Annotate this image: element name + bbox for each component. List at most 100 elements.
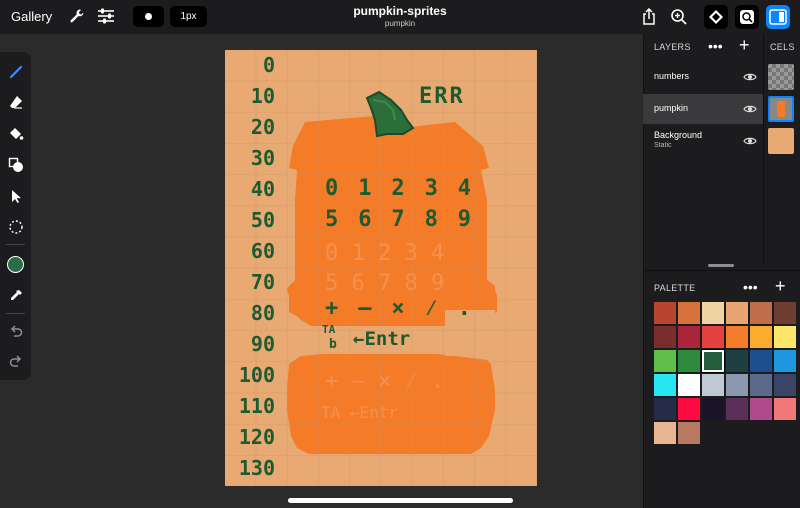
fill-bucket-icon[interactable] [4, 122, 27, 145]
cel-thumbnail-pumpkin[interactable] [768, 96, 794, 122]
gallery-button[interactable]: Gallery [11, 9, 52, 24]
palette-swatch[interactable] [702, 302, 724, 324]
palette-swatch[interactable] [726, 302, 748, 324]
tab-glyph-bottom: b [329, 337, 337, 352]
current-color-swatch[interactable] [4, 253, 27, 276]
sliders-icon[interactable] [95, 5, 117, 27]
redo-icon[interactable] [4, 350, 27, 373]
palette-swatch[interactable] [774, 326, 796, 348]
eyedropper-icon[interactable] [4, 284, 27, 307]
brush-dot-icon [145, 13, 152, 20]
row-label: 50 [250, 208, 275, 232]
drawing-canvas[interactable]: 0 1 2 3 4 5 6 7 8 9 + — × ⁄ . TA ←Entr 0… [225, 50, 537, 486]
digit-glyph: 5 [325, 207, 339, 232]
palette-swatch[interactable] [726, 326, 748, 348]
palette-swatch[interactable] [678, 398, 700, 420]
enter-glyph: ←Entr [353, 328, 411, 350]
palette-more-icon[interactable]: ••• [743, 280, 758, 294]
palette-swatch[interactable] [774, 350, 796, 372]
palette-swatch[interactable] [654, 374, 676, 396]
layer-row-pumpkin[interactable]: pumpkin [643, 94, 763, 124]
cel-thumbnail-numbers[interactable] [768, 64, 794, 90]
digit-glyph: 3 [424, 176, 438, 201]
share-icon[interactable] [637, 5, 661, 29]
palette-swatch[interactable] [678, 350, 700, 372]
digit-glyph: 0 [325, 176, 339, 201]
palette-swatch[interactable] [654, 398, 676, 420]
undo-icon[interactable] [4, 320, 27, 343]
palette-swatch[interactable] [726, 398, 748, 420]
palette-swatch[interactable] [654, 422, 676, 444]
palette-swatch[interactable] [654, 350, 676, 372]
palette-swatch[interactable] [750, 374, 772, 396]
brush-shape-button[interactable] [133, 6, 164, 27]
toolbar-divider [6, 313, 25, 314]
cel-thumbnail-background[interactable] [768, 128, 794, 154]
digit-glyph: 6 [358, 207, 372, 232]
digit-glyph: 4 [457, 176, 471, 201]
brush-size-button[interactable]: 1px [170, 6, 207, 27]
document-title-area[interactable]: pumpkin-sprites pumpkin [300, 4, 500, 28]
row-label: 30 [250, 146, 275, 170]
palette-swatch[interactable] [678, 326, 700, 348]
row-label: 100 [238, 363, 275, 387]
digits-row-2: 5 6 7 8 9 [325, 207, 471, 232]
panel-resize-handle[interactable] [708, 264, 734, 267]
operator-glyph: ⁄ [424, 296, 438, 321]
palette-swatch[interactable] [750, 302, 772, 324]
operator-glyph: + [325, 296, 339, 321]
palette-swatch[interactable] [701, 349, 725, 373]
palette-swatch[interactable] [774, 398, 796, 420]
row-label: 70 [250, 270, 275, 294]
reference-icon[interactable] [735, 5, 759, 29]
toolbar-divider [6, 244, 25, 245]
palette-swatch[interactable] [702, 374, 724, 396]
eye-icon[interactable] [743, 72, 757, 82]
row-label: 60 [250, 239, 275, 263]
layer-name: pumpkin [654, 103, 689, 113]
row-label: 120 [238, 425, 275, 449]
layers-toggle-icon[interactable] [704, 5, 728, 29]
palette-swatch[interactable] [678, 302, 700, 324]
palette-swatch[interactable] [702, 398, 724, 420]
row-label: 80 [250, 301, 275, 325]
layer-row-background[interactable]: Background Static [643, 126, 763, 156]
palette-swatch[interactable] [726, 374, 748, 396]
select-arrow-icon[interactable] [4, 184, 27, 207]
eye-icon[interactable] [743, 104, 757, 114]
row-label: 130 [238, 456, 275, 480]
layer-name: Background [654, 130, 703, 140]
panel-toggle-icon[interactable] [766, 5, 790, 29]
eye-icon[interactable] [743, 136, 757, 146]
operator-glyph: × [391, 296, 405, 321]
palette-swatch[interactable] [726, 350, 748, 372]
palette-swatch[interactable] [774, 374, 796, 396]
add-layer-icon[interactable]: + [739, 36, 750, 54]
tab-glyph-top: TA [322, 323, 336, 336]
palette-swatch[interactable] [654, 326, 676, 348]
pencil-tool-icon[interactable] [4, 60, 27, 83]
palette-swatch[interactable] [678, 374, 700, 396]
palette-swatch[interactable] [774, 302, 796, 324]
palette-swatch[interactable] [750, 350, 772, 372]
digit-glyph: 8 [424, 207, 438, 232]
pumpkin-thumbnail-icon [777, 101, 785, 117]
palette-swatch[interactable] [750, 326, 772, 348]
wrench-icon[interactable] [66, 5, 88, 27]
layer-subtitle: Static [654, 142, 672, 149]
palette-swatch[interactable] [702, 326, 724, 348]
row-label: 110 [238, 394, 275, 418]
lasso-select-icon[interactable] [4, 215, 27, 238]
add-color-icon[interactable]: + [775, 277, 786, 295]
err-text: ERR [419, 84, 465, 109]
home-indicator[interactable] [288, 498, 513, 503]
shape-tool-icon[interactable] [4, 153, 27, 176]
layer-row-numbers[interactable]: numbers [643, 62, 763, 92]
tool-bar [0, 52, 31, 380]
eraser-tool-icon[interactable] [4, 90, 27, 113]
palette-swatch[interactable] [678, 422, 700, 444]
palette-swatch[interactable] [654, 302, 676, 324]
layers-more-icon[interactable]: ••• [708, 39, 723, 53]
palette-swatch[interactable] [750, 398, 772, 420]
zoom-icon[interactable] [667, 5, 691, 29]
